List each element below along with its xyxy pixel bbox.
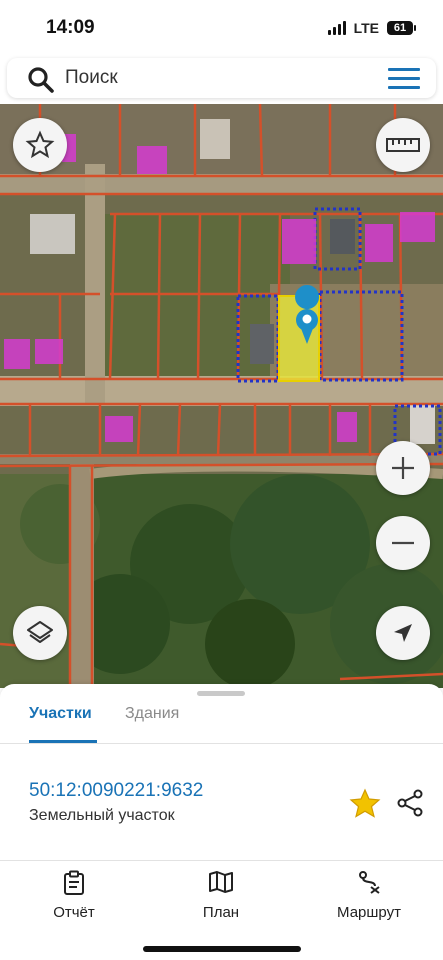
- search-bar[interactable]: Поиск: [7, 58, 436, 98]
- map-plan-icon: [209, 871, 233, 893]
- hamburger-menu-icon[interactable]: [388, 68, 420, 90]
- status-time: 14:09: [46, 17, 95, 38]
- map-canvas[interactable]: [0, 104, 443, 688]
- parcel-type-label: Земельный участок: [29, 807, 175, 824]
- search-icon: [28, 67, 54, 93]
- nav-plan-button[interactable]: План: [166, 870, 276, 921]
- favorite-star-icon[interactable]: [349, 788, 381, 818]
- nav-report-button[interactable]: Отчёт: [19, 870, 129, 921]
- status-indicators: LTE 61: [327, 20, 416, 36]
- minus-icon: [392, 541, 414, 545]
- home-indicator: [143, 946, 301, 952]
- sheet-drag-handle[interactable]: [197, 691, 245, 696]
- divider: [0, 743, 443, 744]
- route-icon: [359, 871, 380, 894]
- layers-icon: [27, 621, 53, 643]
- tab-buildings[interactable]: Здания: [125, 705, 179, 723]
- divider: [0, 860, 443, 861]
- ruler-icon: [386, 138, 420, 152]
- zoom-in-button[interactable]: [376, 441, 430, 495]
- nav-plan-label: План: [202, 904, 240, 921]
- satellite-map[interactable]: [0, 104, 443, 688]
- layers-button[interactable]: [13, 606, 67, 660]
- ruler-button[interactable]: [376, 118, 430, 172]
- favorite-map-button[interactable]: [13, 118, 67, 172]
- bottom-sheet: Участки Здания 50:12:0090221:9632 Земель…: [0, 684, 443, 960]
- plus-icon: [392, 457, 414, 479]
- nav-route-button[interactable]: Маршрут: [314, 870, 424, 921]
- nav-route-label: Маршрут: [337, 904, 401, 921]
- battery-icon: 61: [387, 21, 416, 35]
- star-outline-icon: [25, 130, 55, 159]
- zoom-out-button[interactable]: [376, 516, 430, 570]
- tab-parcels[interactable]: Участки: [29, 705, 92, 723]
- status-bar: 14:09 LTE 61: [0, 0, 443, 56]
- locate-me-button[interactable]: [376, 606, 430, 660]
- nav-report-label: Отчёт: [53, 904, 95, 921]
- network-type: LTE: [353, 20, 379, 36]
- search-input[interactable]: Поиск: [65, 67, 118, 89]
- share-icon[interactable]: [395, 788, 425, 818]
- report-clipboard-icon: [64, 870, 84, 895]
- navigation-arrow-icon: [394, 624, 412, 642]
- signal-icon: [327, 21, 346, 35]
- cadastral-number-link[interactable]: 50:12:0090221:9632: [29, 780, 203, 802]
